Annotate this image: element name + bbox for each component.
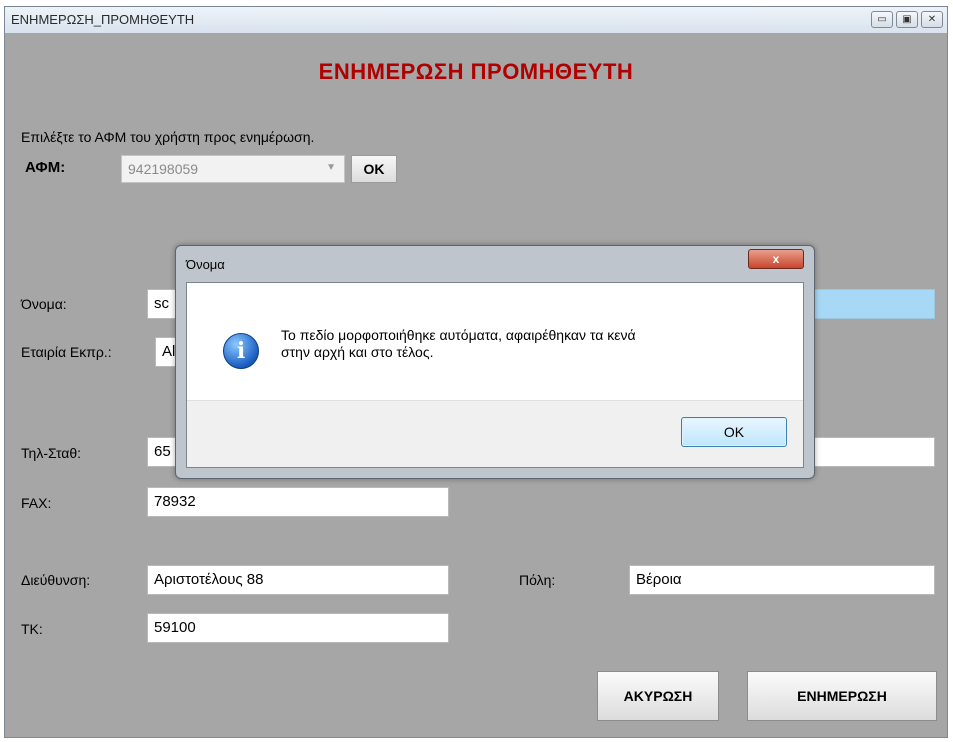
maximize-button[interactable]: ▣ xyxy=(896,11,918,28)
city-field[interactable]: Βέροια xyxy=(629,565,935,595)
dialog-title-bar: Όνομα x xyxy=(176,246,814,280)
dialog-body: i Το πεδίο μορφοποιήθηκε αυτόματα, αφαιρ… xyxy=(187,283,803,403)
name-field-highlight[interactable] xyxy=(805,289,935,319)
dialog-close-button[interactable]: x xyxy=(748,249,804,269)
dialog-message: Το πεδίο μορφοποιήθηκε αυτόματα, αφαιρέθ… xyxy=(281,327,781,361)
dialog-footer: OK xyxy=(187,400,803,467)
dialog-ok-button[interactable]: OK xyxy=(681,417,787,447)
phone-label: Τηλ-Σταθ: xyxy=(21,445,82,461)
message-dialog: Όνομα x i Το πεδίο μορφοποιήθηκε αυτόματ… xyxy=(175,245,815,479)
window-controls: ▭ ▣ ✕ xyxy=(871,11,943,28)
dialog-message-line2: στην αρχή και στο τέλος. xyxy=(281,344,434,360)
update-button[interactable]: ΕΝΗΜΕΡΩΣΗ xyxy=(747,671,937,721)
minimize-button[interactable]: ▭ xyxy=(871,11,893,28)
window-title: ΕΝΗΜΕΡΩΣΗ_ΠΡΟΜΗΘΕΥΤΗ xyxy=(11,12,195,27)
afm-label: ΑΦΜ: xyxy=(25,159,66,176)
tk-field[interactable]: 59100 xyxy=(147,613,449,643)
main-window: ΕΝΗΜΕΡΩΣΗ_ΠΡΟΜΗΘΕΥΤΗ ▭ ▣ ✕ ΕΝΗΜΕΡΩΣΗ ΠΡΟ… xyxy=(4,6,948,738)
city-label: Πόλη: xyxy=(519,572,556,588)
dialog-message-line1: Το πεδίο μορφοποιήθηκε αυτόματα, αφαιρέθ… xyxy=(281,327,636,343)
company-label: Εταιρία Εκπρ.: xyxy=(21,344,112,360)
chevron-down-icon: ▼ xyxy=(326,162,336,173)
title-bar: ΕΝΗΜΕΡΩΣΗ_ΠΡΟΜΗΘΕΥΤΗ ▭ ▣ ✕ xyxy=(5,7,947,34)
instruction-text: Επιλέξτε το ΑΦΜ του χρήστη προς ενημέρωσ… xyxy=(21,129,315,145)
cancel-button[interactable]: ΑΚΥΡΩΣΗ xyxy=(597,671,719,721)
name-label: Όνομα: xyxy=(21,296,67,312)
dialog-content: i Το πεδίο μορφοποιήθηκε αυτόματα, αφαιρ… xyxy=(186,282,804,468)
address-label: Διεύθυνση: xyxy=(21,572,91,588)
form-heading: ΕΝΗΜΕΡΩΣΗ ΠΡΟΜΗΘΕΥΤΗ xyxy=(318,59,634,84)
dialog-title: Όνομα xyxy=(186,257,225,272)
address-field[interactable]: Αριστοτέλους 88 xyxy=(147,565,449,595)
afm-select-value: 942198059 xyxy=(128,161,199,177)
afm-ok-button[interactable]: OK xyxy=(351,155,397,183)
close-button[interactable]: ✕ xyxy=(921,11,943,28)
fax-field[interactable]: 78932 xyxy=(147,487,449,517)
tk-label: ΤΚ: xyxy=(21,621,43,637)
afm-select[interactable]: 942198059 ▼ xyxy=(121,155,345,183)
fax-label: FAX: xyxy=(21,495,52,511)
phone-field-2[interactable] xyxy=(805,437,935,467)
info-icon: i xyxy=(223,333,259,369)
